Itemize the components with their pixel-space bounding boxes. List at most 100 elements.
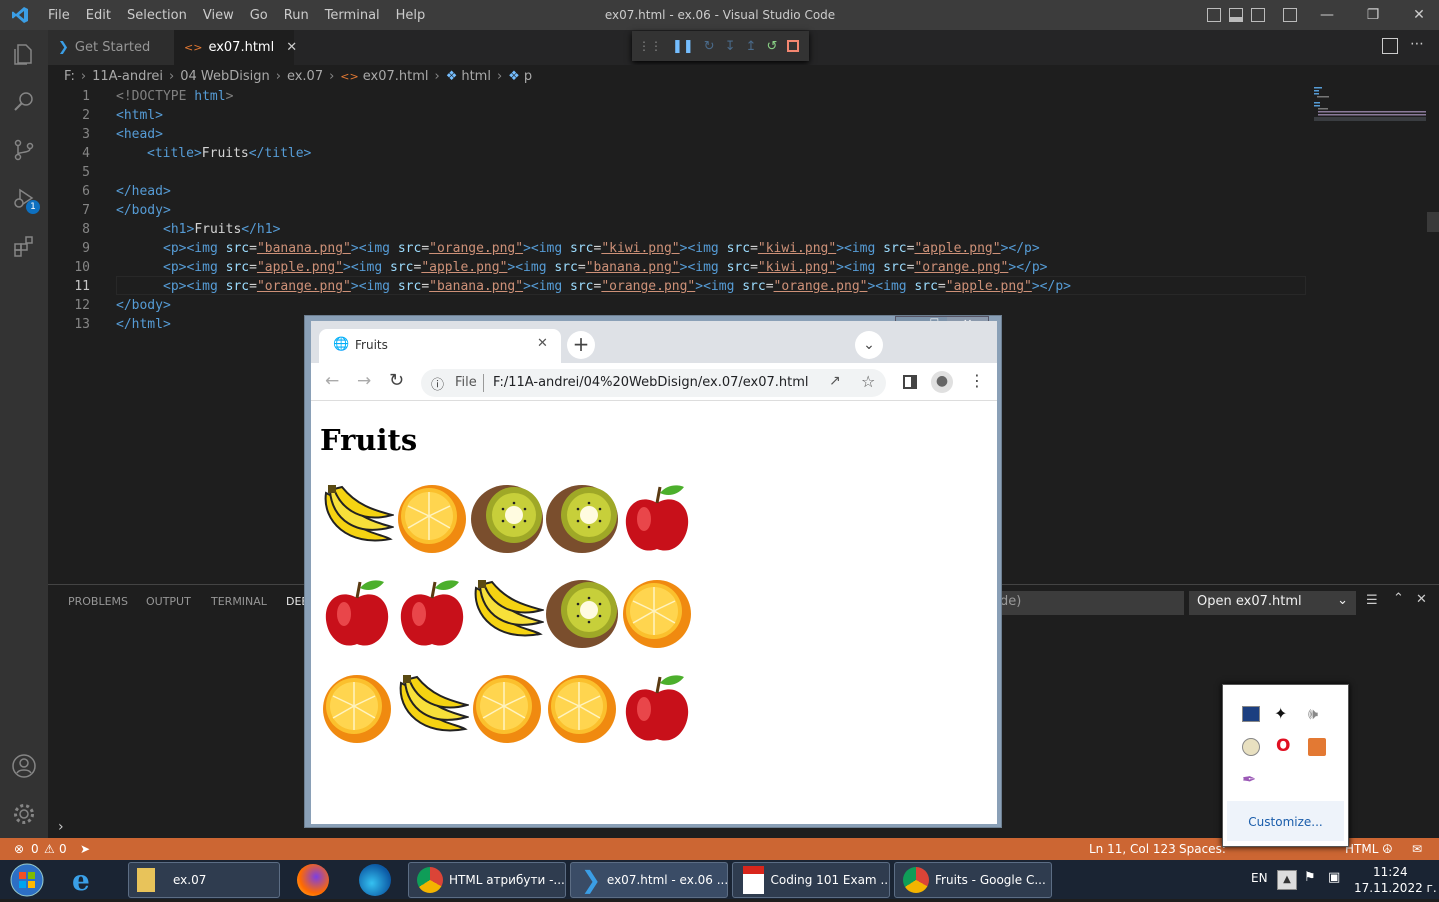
restore-icon[interactable]: ❐: [1350, 0, 1396, 30]
share-icon[interactable]: ↗: [829, 373, 841, 389]
firefox-icon[interactable]: [297, 864, 329, 896]
bird-app-icon[interactable]: ✦: [1274, 704, 1287, 723]
side-panel-icon[interactable]: [903, 375, 917, 389]
minimize-icon[interactable]: —: [1304, 0, 1350, 30]
manage-gear-icon[interactable]: [0, 790, 48, 838]
pen-app-icon[interactable]: ✒: [1242, 770, 1256, 790]
taskbar-explorer[interactable]: ex.07: [128, 862, 280, 898]
utility-icon[interactable]: [1242, 738, 1260, 756]
indentation[interactable]: Spaces:: [1179, 842, 1226, 856]
step-over-icon[interactable]: ↻: [704, 39, 715, 54]
tab-get-started[interactable]: ❯ Get Started: [48, 30, 174, 65]
taskbar-chrome-fruits[interactable]: Fruits - Google C...: [894, 862, 1052, 898]
taskbar-vscode[interactable]: ❯ ex07.html - ex.06 ...: [570, 862, 728, 898]
show-hidden-icons-icon[interactable]: ▲: [1277, 870, 1297, 890]
restart-icon[interactable]: ↺: [767, 39, 778, 54]
drag-handle-icon[interactable]: ⋮⋮: [638, 39, 662, 53]
error-count[interactable]: 0: [31, 842, 39, 856]
explorer-icon[interactable]: [0, 30, 48, 78]
pause-icon[interactable]: ❚❚: [672, 39, 694, 54]
tab-ex07-html[interactable]: <> ex07.html ✕: [174, 30, 297, 65]
menu-file[interactable]: File: [40, 8, 78, 23]
close-icon[interactable]: ✕: [1396, 0, 1439, 30]
bookmark-star-icon[interactable]: ☆: [861, 372, 875, 391]
orange-image: [395, 481, 469, 555]
address-bar[interactable]: ⓘ File F:/11A-andrei/04%20WebDisign/ex.0…: [421, 369, 886, 397]
forward-icon[interactable]: →: [357, 371, 371, 391]
menu-help[interactable]: Help: [388, 8, 434, 23]
info-icon[interactable]: ⓘ: [431, 374, 444, 393]
extensions-icon[interactable]: [0, 222, 48, 270]
internet-explorer-icon[interactable]: e: [72, 864, 90, 897]
reload-icon[interactable]: ↻: [389, 370, 404, 391]
maximize-panel-icon[interactable]: ⌃: [1393, 591, 1404, 606]
customize-layout-icon[interactable]: [1283, 8, 1297, 22]
split-editor-icon[interactable]: [1382, 38, 1398, 54]
minimap[interactable]: [1314, 87, 1429, 127]
breadcrumb-folder[interactable]: ex.07: [287, 69, 323, 84]
menu-terminal[interactable]: Terminal: [317, 8, 388, 23]
tab-close-icon[interactable]: ✕: [286, 40, 297, 55]
tab-search-icon[interactable]: ⌄: [855, 331, 883, 359]
close-panel-icon[interactable]: ✕: [1416, 592, 1427, 607]
source-control-icon[interactable]: [0, 126, 48, 174]
toggle-sidebar-icon[interactable]: [1207, 8, 1221, 22]
feedback-icon[interactable]: ☮: [1382, 842, 1393, 856]
breadcrumb-symbol[interactable]: p: [524, 69, 532, 84]
taskbar-chrome-html[interactable]: HTML атрибути -...: [408, 862, 566, 898]
customize-link[interactable]: Customize...: [1227, 801, 1344, 841]
new-tab-icon[interactable]: +: [567, 331, 595, 359]
cursor-position[interactable]: Ln 11, Col 123: [1089, 842, 1176, 856]
menu-edit[interactable]: Edit: [78, 8, 119, 23]
menu-run[interactable]: Run: [276, 8, 317, 23]
warning-count[interactable]: 0: [59, 842, 67, 856]
breadcrumb-folder[interactable]: 04 WebDisign: [180, 69, 270, 84]
back-icon[interactable]: ←: [325, 371, 339, 391]
opera-icon[interactable]: O: [1276, 736, 1290, 756]
clock-date[interactable]: 17.11.2022 г.: [1354, 881, 1437, 895]
notifications-icon[interactable]: ✉: [1412, 842, 1422, 856]
chrome-menu-icon[interactable]: ⋮: [969, 371, 985, 390]
error-icon[interactable]: ⊗: [14, 842, 24, 856]
stop-icon[interactable]: [787, 40, 800, 52]
step-into-icon[interactable]: ↧: [725, 39, 736, 54]
menu-view[interactable]: View: [195, 8, 242, 23]
clock-time[interactable]: 11:24: [1373, 865, 1408, 879]
language-mode[interactable]: HTML: [1345, 842, 1378, 856]
tab-output[interactable]: OUTPUT: [146, 595, 191, 608]
search-icon[interactable]: [0, 78, 48, 126]
start-button[interactable]: [4, 862, 50, 898]
menu-go[interactable]: Go: [242, 8, 276, 23]
chrome-tab[interactable]: 🌐 Fruits ✕: [319, 329, 561, 363]
debug-session-select[interactable]: Open ex07.html ⌄: [1189, 591, 1356, 615]
breadcrumb-folder[interactable]: 11A-andrei: [92, 69, 163, 84]
tab-terminal[interactable]: TERMINAL: [211, 595, 267, 608]
profile-avatar-icon[interactable]: ●: [931, 371, 953, 393]
tab-close-icon[interactable]: ✕: [537, 336, 548, 351]
menu-selection[interactable]: Selection: [119, 8, 195, 23]
tab-problems[interactable]: PROBLEMS: [68, 595, 128, 608]
accounts-icon[interactable]: [0, 742, 48, 790]
breadcrumb-symbol[interactable]: html: [461, 69, 491, 84]
language-indicator[interactable]: EN: [1251, 871, 1268, 885]
url-text[interactable]: F:/11A-andrei/04%20WebDisign/ex.07/ex07.…: [493, 375, 809, 390]
scrollbar-thumb[interactable]: [1427, 212, 1439, 232]
run-debug-icon[interactable]: 1: [0, 174, 48, 222]
breadcrumb-file[interactable]: ex07.html: [363, 69, 429, 84]
java-icon[interactable]: [1308, 738, 1326, 756]
debug-filter-input[interactable]: de): [1000, 591, 1184, 615]
breadcrumb-drive[interactable]: F:: [64, 69, 75, 84]
more-actions-icon[interactable]: ⋯: [1410, 36, 1424, 52]
toggle-secondary-sidebar-icon[interactable]: [1251, 8, 1265, 22]
network-icon[interactable]: ▣: [1328, 870, 1340, 885]
debug-status-icon[interactable]: ➤: [80, 842, 90, 856]
edge-icon[interactable]: [359, 864, 391, 896]
step-out-icon[interactable]: ↥: [746, 39, 757, 54]
clear-console-icon[interactable]: ☰: [1366, 593, 1378, 608]
volume-icon[interactable]: 🕪: [1308, 704, 1318, 724]
toggle-panel-icon[interactable]: [1229, 8, 1243, 22]
flag-icon[interactable]: ⚑: [1304, 870, 1316, 885]
warning-icon[interactable]: ⚠: [44, 842, 55, 856]
network-monitor-icon[interactable]: [1242, 706, 1260, 722]
taskbar-pdf[interactable]: Coding 101 Exam ...: [732, 862, 890, 898]
